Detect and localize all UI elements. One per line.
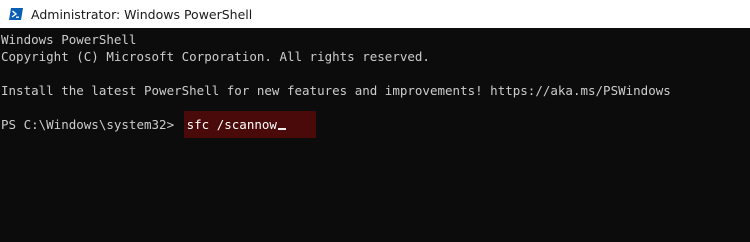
- console-output[interactable]: Windows PowerShell Copyright (C) Microso…: [0, 28, 750, 242]
- console-line: Windows PowerShell: [1, 32, 137, 47]
- console-line: Copyright (C) Microsoft Corporation. All…: [1, 49, 430, 64]
- text-cursor: [277, 128, 286, 130]
- title-bar[interactable]: Administrator: Windows PowerShell: [0, 0, 750, 28]
- powershell-window: Administrator: Windows PowerShell Window…: [0, 0, 750, 242]
- command-input[interactable]: sfc /scannow: [187, 116, 277, 133]
- powershell-icon: [9, 7, 23, 21]
- command-highlight[interactable]: sfc /scannow: [183, 111, 316, 138]
- command-prompt-line[interactable]: PS C:\Windows\system32> sfc /scannow: [0, 111, 750, 138]
- console-line: Install the latest PowerShell for new fe…: [1, 83, 671, 98]
- window-title: Administrator: Windows PowerShell: [31, 6, 253, 22]
- prompt-text: PS C:\Windows\system32>: [1, 117, 182, 132]
